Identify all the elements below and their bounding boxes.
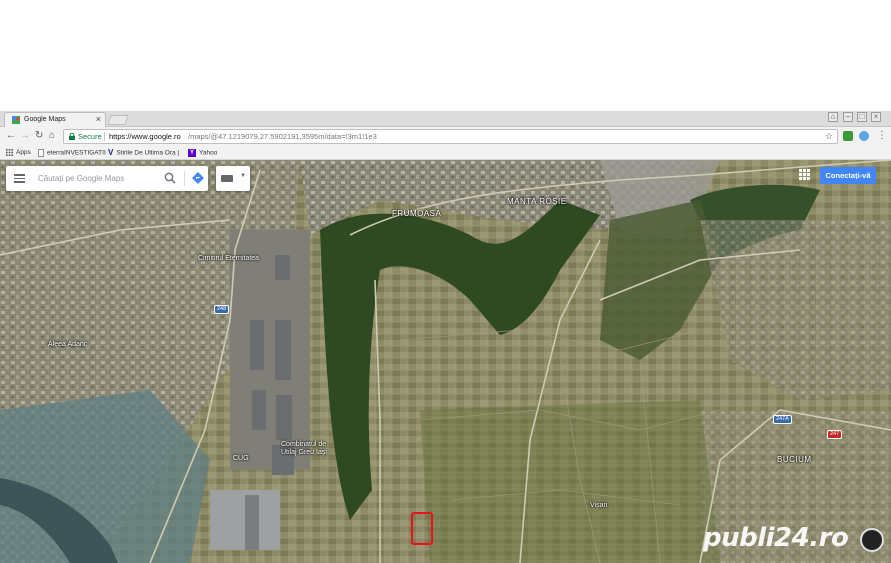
extension-green-icon[interactable] xyxy=(843,131,853,141)
parcel-marker xyxy=(411,512,433,545)
bookmark-label: Apps xyxy=(16,149,31,157)
search-placeholder[interactable]: Căutați pe Google Maps xyxy=(38,174,124,183)
tab-strip: Google Maps × ⌂ – □ × xyxy=(0,111,891,127)
bookmark-label: Yahoo xyxy=(199,149,218,157)
home-icon[interactable]: ⌂ xyxy=(49,131,55,141)
extension-blue-icon[interactable] xyxy=(859,131,869,141)
new-tab-button[interactable] xyxy=(107,115,129,125)
secure-label: Secure xyxy=(78,132,102,141)
map-label-combinatul[interactable]: Combinatul de Utilaj Greu Iași xyxy=(281,441,331,457)
yahoo-icon: Y xyxy=(188,149,196,157)
satellite-imagery xyxy=(0,160,891,563)
bookmarks-bar: Apps eterraINVESTIGATII V Stirile De Ulti… xyxy=(0,146,891,160)
bookmark-stirile[interactable]: V Stirile De Ultima Ora | xyxy=(108,149,179,158)
back-arrow-icon[interactable]: ← xyxy=(6,131,16,141)
window-close-icon[interactable]: × xyxy=(871,112,881,122)
publi24-watermark: publi24.ro xyxy=(703,523,849,553)
maximize-icon[interactable]: □ xyxy=(857,112,867,122)
tab-google-maps[interactable]: Google Maps × xyxy=(4,112,106,127)
map-search-box[interactable]: Căutați pe Google Maps xyxy=(6,166,208,191)
bookmark-label: eterraINVESTIGATII xyxy=(47,149,106,157)
browser-menu-icon[interactable]: ⋮ xyxy=(877,130,887,141)
bookmark-label: Stirile De Ultima Ora | xyxy=(116,149,180,157)
chevron-down-icon: ▼ xyxy=(240,173,246,179)
address-divider xyxy=(104,132,105,141)
tab-title: Google Maps xyxy=(24,116,66,123)
browser-toolbar: ← → ↻ ⌂ Secure https://www.google.ro /ma… xyxy=(0,127,891,146)
apps-grid-icon xyxy=(6,149,13,156)
screenshot-page: Google Maps × ⌂ – □ × ← → ↻ ⌂ Secure htt… xyxy=(0,0,891,563)
forward-arrow-icon[interactable]: → xyxy=(20,131,30,141)
bookmark-star-icon[interactable]: ☆ xyxy=(825,130,833,143)
map-label-cimitirul-eternitatea[interactable]: Cimitirul Eternitatea xyxy=(198,255,259,262)
publi24-logo-icon xyxy=(860,528,884,552)
bookmark-apps[interactable]: Apps xyxy=(6,149,31,157)
google-maps-favicon-icon xyxy=(12,116,20,124)
map-label-visan[interactable]: Vișan xyxy=(590,502,607,509)
search-icon[interactable] xyxy=(164,172,176,184)
v-logo-icon: V xyxy=(108,148,114,157)
route-shield: 247 xyxy=(827,430,843,439)
map-label-cug[interactable]: CUG xyxy=(233,455,249,462)
sign-in-button[interactable]: Conectați-vă xyxy=(820,167,876,184)
hamburger-menu-icon[interactable] xyxy=(14,174,25,183)
bookmark-eterra[interactable]: eterraINVESTIGATII xyxy=(38,149,106,158)
keyboard-icon xyxy=(221,175,233,182)
directions-icon[interactable] xyxy=(192,172,204,184)
reload-icon[interactable]: ↻ xyxy=(35,131,43,141)
map-label-manta-rosie[interactable]: MANTA ROȘIE xyxy=(507,197,567,206)
map-label-aleea-adanc[interactable]: Aleea Adanc xyxy=(48,341,87,348)
route-shield: 247A xyxy=(773,415,792,424)
user-icon[interactable]: ⌂ xyxy=(828,112,838,122)
map-label-frumoasa[interactable]: FRUMOASA xyxy=(392,209,441,218)
input-tools-button[interactable]: ▼ xyxy=(216,166,250,191)
route-shield: 248 xyxy=(214,305,230,314)
search-divider xyxy=(184,171,185,186)
map-label-bucium[interactable]: BUCIUM xyxy=(777,455,812,464)
satellite-map[interactable]: FRUMOASA MANTA ROȘIE Cimitirul Eternitat… xyxy=(0,160,891,563)
lock-icon xyxy=(69,133,75,140)
page-icon xyxy=(38,149,44,157)
url-path: /maps/@47.1219079,27.5902191,3595m/data=… xyxy=(188,132,377,141)
google-apps-icon[interactable] xyxy=(799,169,810,180)
url-host: https://www.google.ro xyxy=(109,132,181,141)
tab-close-icon[interactable]: × xyxy=(96,114,101,124)
address-bar[interactable]: Secure https://www.google.ro /maps/@47.1… xyxy=(63,129,838,144)
minimize-icon[interactable]: – xyxy=(843,112,853,122)
bookmark-yahoo[interactable]: Y Yahoo xyxy=(188,149,217,158)
